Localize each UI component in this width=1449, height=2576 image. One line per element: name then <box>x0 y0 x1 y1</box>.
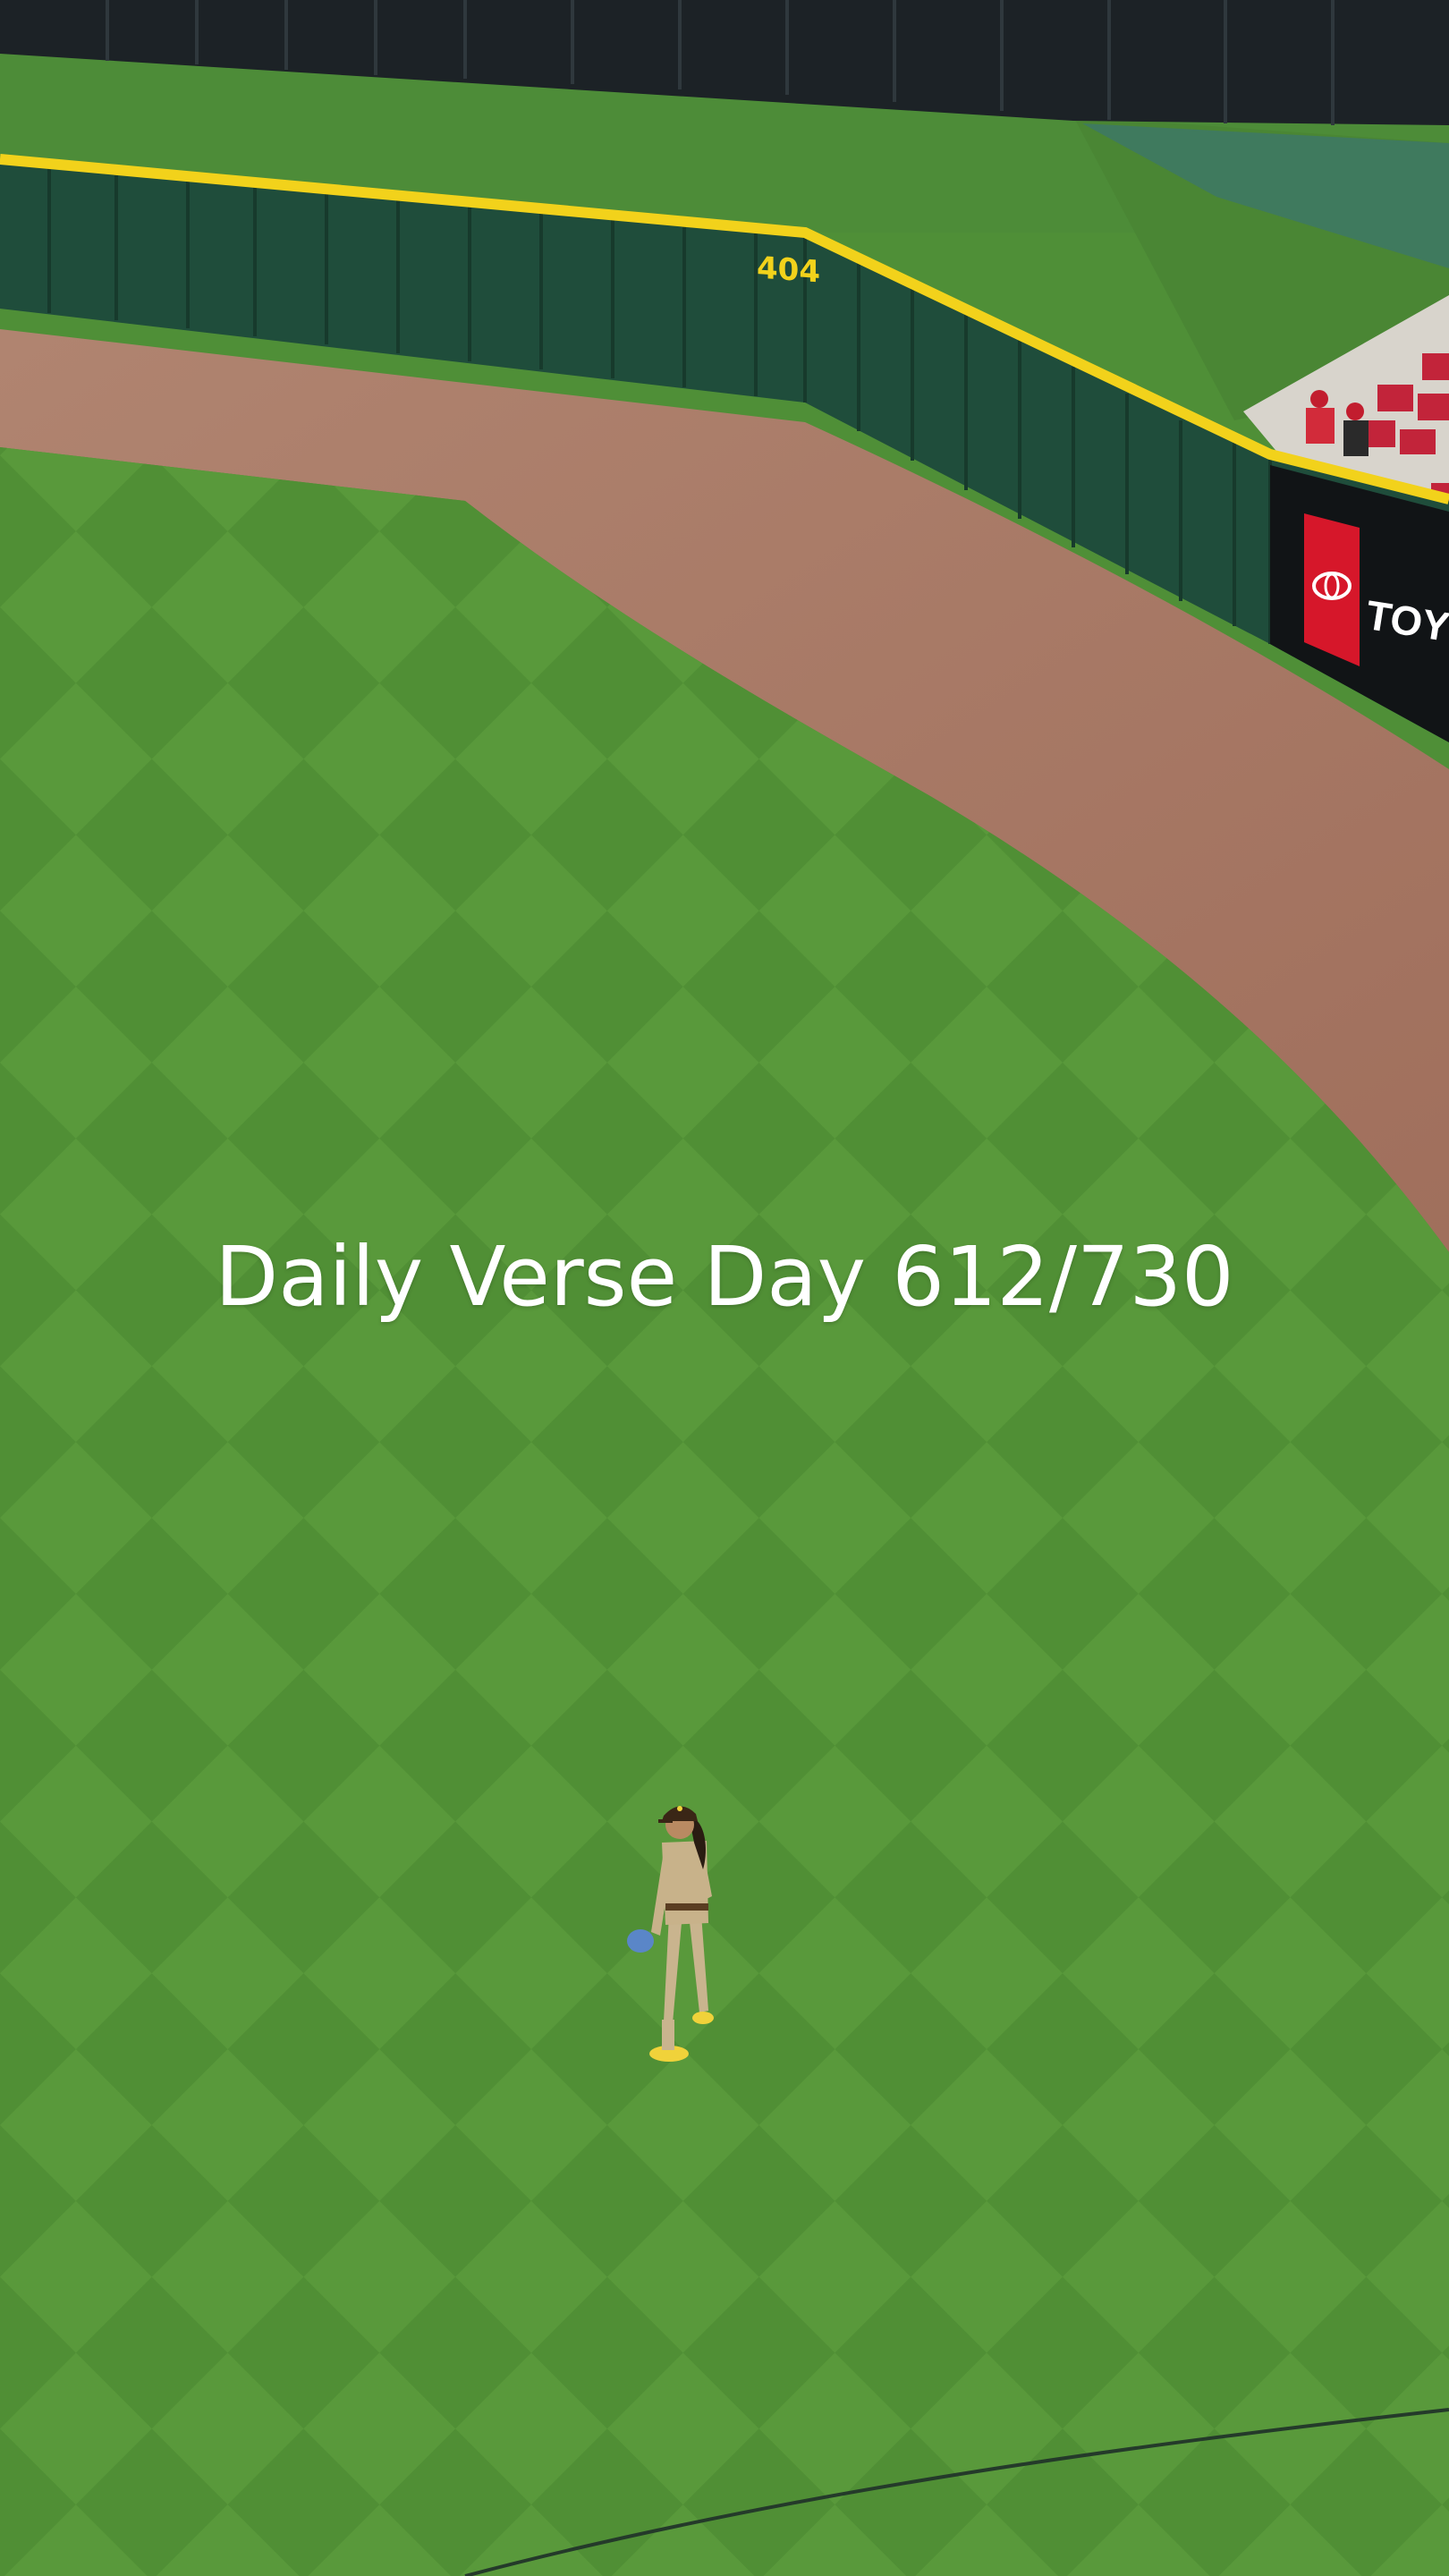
caption-overlay: Daily Verse Day 612/730 <box>215 1229 1234 1325</box>
distance-marker: 404 <box>757 250 820 291</box>
baseball-outfield-photo: 404 TOYO Daily Verse Day 612/730 <box>0 0 1449 2576</box>
sponsor-logo-box <box>1304 513 1360 666</box>
